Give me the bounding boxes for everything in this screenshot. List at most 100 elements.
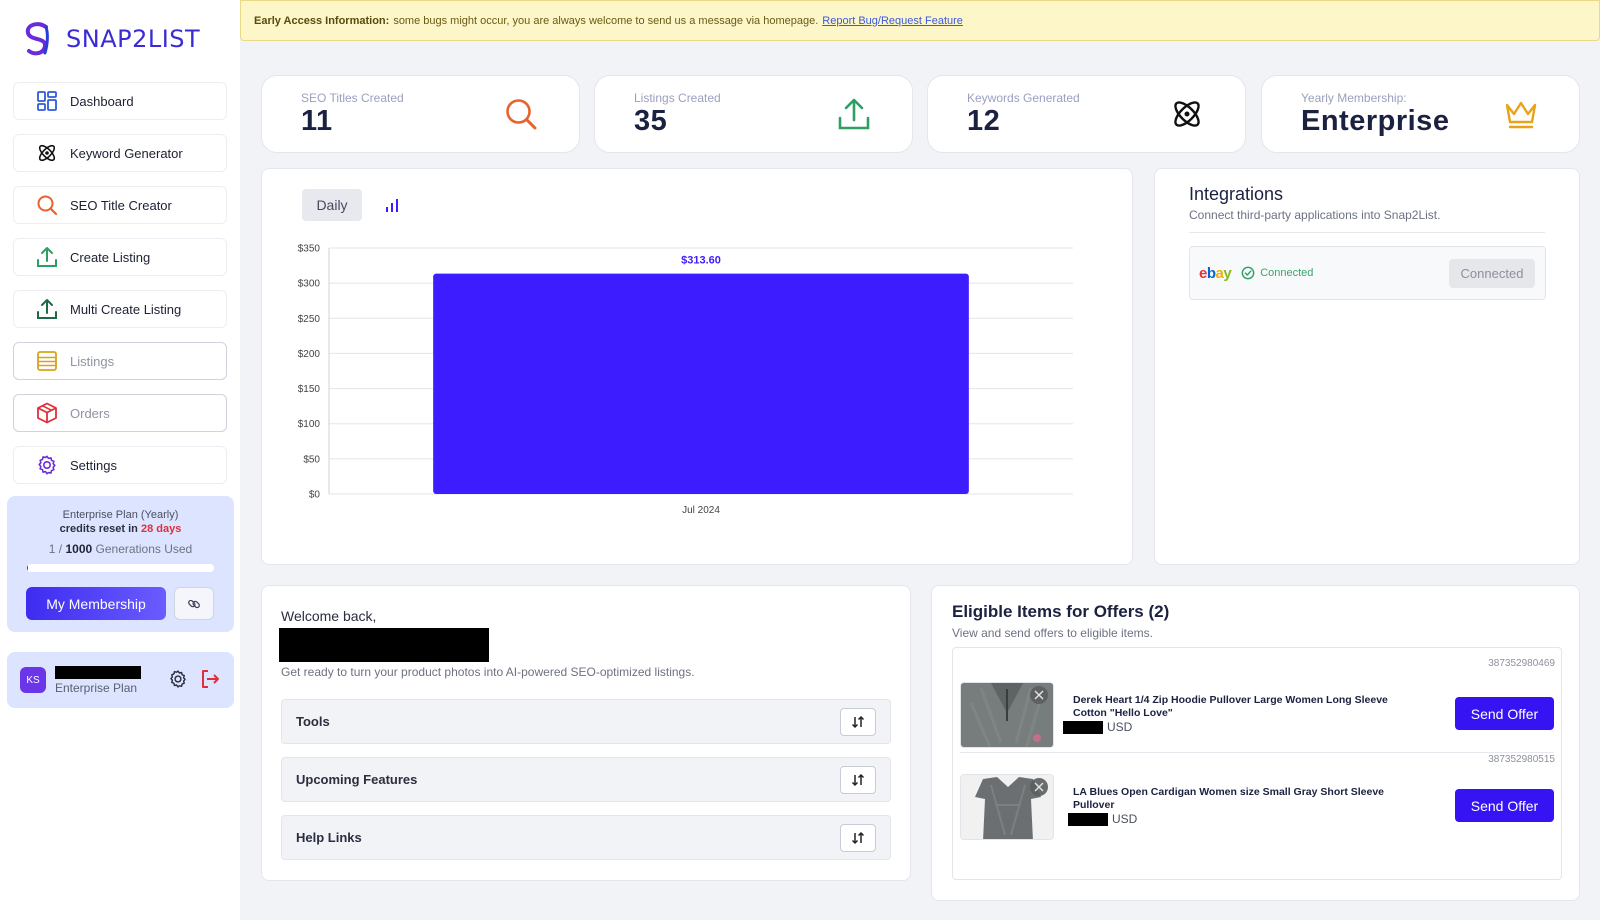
integrations-subtitle: Connect third-party applications into Sn… [1189, 208, 1441, 222]
y-tick-label: $100 [298, 419, 321, 430]
user-info: Enterprise Plan [55, 665, 141, 695]
box-icon [36, 402, 58, 424]
plan-name: Enterprise Plan (Yearly) [62, 509, 179, 521]
usage-progress-bar [27, 564, 214, 572]
x-tick-label: Jul 2024 [682, 505, 720, 516]
expand-toggle-button[interactable] [840, 824, 876, 852]
offers-subtitle: View and send offers to eligible items. [952, 626, 1154, 640]
sidebar-item-label: Listings [70, 353, 115, 369]
sidebar-item-label: Keyword Generator [70, 145, 183, 161]
integration-status-text: Connected [1260, 267, 1314, 279]
item-price: USD [1068, 812, 1137, 826]
app-logo[interactable]: SNAP2LIST [18, 18, 200, 60]
list-item: 387352980469 Derek Heart 1/4 Zip Hoodie … [953, 648, 1561, 748]
integration-status: Connected [1241, 266, 1313, 280]
y-tick-label: $250 [298, 314, 321, 325]
y-tick-label: $50 [303, 454, 320, 465]
send-offer-button[interactable]: Send Offer [1455, 789, 1554, 822]
accordion-tools[interactable]: Tools [281, 699, 891, 744]
y-tick-label: $350 [298, 244, 321, 255]
upload-icon [836, 96, 872, 132]
logo-icon [25, 22, 49, 56]
connected-button[interactable]: Connected [1449, 259, 1535, 288]
search-icon [36, 194, 58, 216]
accordion-help-links[interactable]: Help Links [281, 815, 891, 860]
sidebar-item-orders[interactable]: Orders [13, 394, 227, 432]
sort-arrows-icon [851, 773, 865, 787]
sidebar-item-label: SEO Title Creator [70, 197, 172, 213]
sort-arrows-icon [851, 831, 865, 845]
welcome-panel: Welcome back, Get ready to turn your pro… [261, 585, 911, 881]
stat-card-membership: Yearly Membership: Enterprise [1261, 75, 1580, 153]
plan-actions: My Membership [26, 587, 214, 620]
plan-card: Enterprise Plan (Yearly) credits reset i… [7, 496, 234, 632]
item-thumbnail[interactable] [960, 774, 1054, 840]
dashboard-grid-icon [36, 90, 58, 112]
avatar[interactable]: KS [20, 667, 46, 693]
offers-list: 387352980469 Derek Heart 1/4 Zip Hoodie … [952, 647, 1562, 880]
y-tick-label: $150 [298, 384, 321, 395]
app-name: SNAP2LIST [66, 25, 201, 53]
accordion-label: Help Links [296, 830, 362, 845]
search-icon [503, 96, 539, 132]
early-access-banner: Early Access Information: some bugs migh… [240, 0, 1600, 41]
stat-card-keywords: Keywords Generated 12 [927, 75, 1246, 153]
upload-icon [36, 298, 58, 320]
y-tick-label: $300 [298, 279, 321, 290]
chart-bar [433, 273, 969, 494]
my-membership-button[interactable]: My Membership [26, 587, 166, 620]
check-circle-icon [1241, 266, 1255, 280]
generations-total: 1000 [65, 542, 93, 556]
sidebar-item-listings[interactable]: Listings [13, 342, 227, 380]
user-name-redacted [55, 665, 141, 679]
user-card: KS Enterprise Plan [7, 652, 234, 708]
upload-icon [36, 246, 58, 268]
welcome-title: Welcome back, [281, 608, 377, 624]
sidebar-nav: Dashboard Keyword Generator SEO Title Cr… [13, 82, 227, 498]
report-bug-link[interactable]: Report Bug/Request Feature [822, 15, 963, 27]
ebay-logo: ebay [1199, 264, 1232, 282]
price-redacted [1063, 720, 1103, 734]
sidebar-item-multi-create-listing[interactable]: Multi Create Listing [13, 290, 227, 328]
expand-toggle-button[interactable] [840, 766, 876, 794]
list-icon [36, 350, 58, 372]
credits-reset: credits reset in 28 days [7, 523, 234, 535]
link-button[interactable] [174, 587, 214, 620]
accordion-label: Tools [296, 714, 330, 729]
link-icon [188, 599, 200, 608]
user-plan: Enterprise Plan [55, 680, 138, 695]
accordion-label: Upcoming Features [296, 772, 418, 787]
offers-panel: Eligible Items for Offers (2) View and s… [931, 585, 1580, 901]
sidebar-item-label: Dashboard [70, 93, 134, 109]
banner-message: some bugs might occur, you are always we… [393, 14, 819, 27]
integration-row-ebay: ebay Connected Connected [1189, 246, 1546, 300]
generations-used: 1 / 1000 Generations Used [7, 542, 234, 556]
bar-value-label: $313.60 [681, 255, 721, 267]
send-offer-button[interactable]: Send Offer [1455, 697, 1554, 730]
sidebar-item-keyword-generator[interactable]: Keyword Generator [13, 134, 227, 172]
sidebar-item-dashboard[interactable]: Dashboard [13, 82, 227, 120]
item-thumbnail[interactable] [960, 682, 1054, 748]
gear-icon[interactable] [168, 669, 188, 694]
accordion-upcoming-features[interactable]: Upcoming Features [281, 757, 891, 802]
sidebar-item-create-listing[interactable]: Create Listing [13, 238, 227, 276]
credits-reset-days: 28 days [140, 523, 182, 535]
sales-chart-panel: Daily $0 $50 $100 $150 $200 $250 $300 $350 $313.… [261, 168, 1133, 565]
sidebar-item-settings[interactable]: Settings [13, 446, 227, 484]
user-name-redacted [279, 628, 489, 662]
item-sku: 387352980515 [1488, 754, 1555, 765]
atom-icon [1169, 96, 1205, 132]
sidebar-item-label: Multi Create Listing [70, 301, 182, 317]
price-redacted [1068, 812, 1108, 826]
sales-bar-chart: $0 $50 $100 $150 $200 $250 $300 $350 $313.60 Jul … [298, 244, 1073, 516]
generations-used-label: Generations Used [92, 542, 193, 556]
expand-toggle-button[interactable] [840, 708, 876, 736]
sidebar: SNAP2LIST Dashboard Keyword Generator SE… [0, 0, 240, 920]
banner-label: Early Access Information: [254, 14, 390, 27]
sidebar-item-label: Orders [70, 405, 110, 421]
y-tick-label: $200 [298, 349, 321, 360]
integrations-panel: Integrations Connect third-party applica… [1154, 168, 1580, 565]
logout-icon[interactable] [200, 669, 220, 694]
sidebar-item-seo-title-creator[interactable]: SEO Title Creator [13, 186, 227, 224]
integrations-title: Integrations [1189, 184, 1284, 204]
